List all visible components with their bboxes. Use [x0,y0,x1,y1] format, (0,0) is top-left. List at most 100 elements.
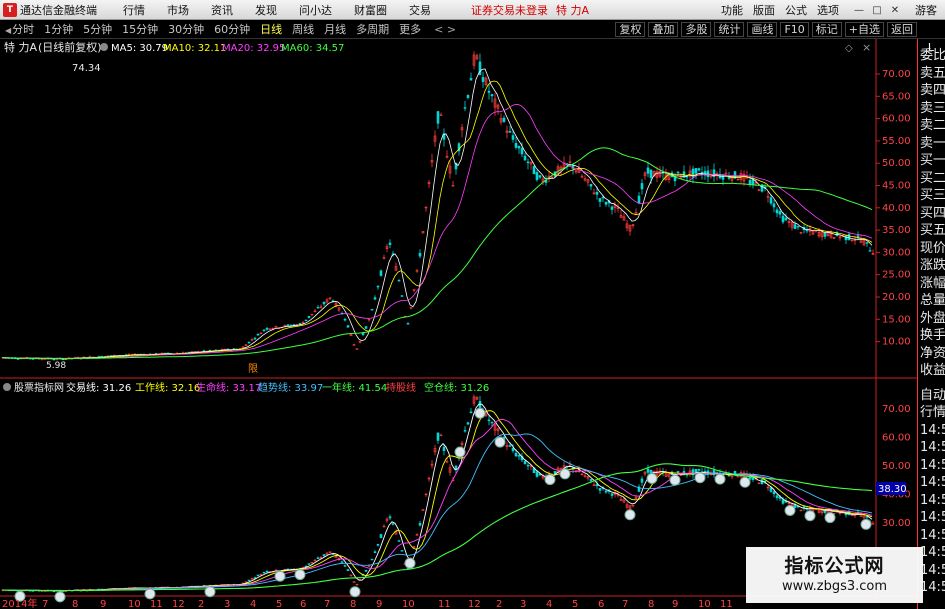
settings-icon[interactable] [100,43,108,51]
period-more[interactable]: 更多 [394,21,426,37]
sub-line-hold: 持股线 [386,381,416,394]
mark-button[interactable]: 标记 [811,22,842,37]
kline-chart[interactable]: 特 力A (日线前复权) MA5: 30.79 MA10: 32.11 MA20… [0,39,917,609]
signal-marker [494,436,506,448]
restore-rights-button[interactable]: 复权 [615,22,646,37]
menu-discover[interactable]: 发现 [255,2,277,18]
sub-candles [1,394,875,593]
candle-body [526,161,530,164]
candle-body [523,155,527,161]
side-quote-field: 买一 [920,153,945,168]
candle-body [487,90,491,93]
period-toolbar: ◀分时 1分钟 5分钟 15分钟 30分钟 60分钟 日线 周线 月线 多周期 … [0,20,945,39]
candle-body [469,78,473,81]
diamond-icon[interactable]: ◇ [845,43,853,54]
candle-body [784,217,788,221]
candle-body [418,252,422,257]
candle-body [694,168,698,174]
candle-body [52,358,56,361]
chart-toolbar: 复权 叠加 多股 统计 画线 F10 标记 +自选 返回 [612,22,917,37]
candle-body [436,432,440,441]
side-quote-field: 买四 [920,205,945,221]
menu-quotes[interactable]: 行情 [123,2,145,18]
side-tick-time: 14:5 [920,422,945,438]
login-status[interactable]: 证券交易未登录 [471,2,548,18]
signal-marker [669,474,681,486]
watermark-title: 指标公式网 [784,555,885,577]
signal-marker [54,591,66,603]
period-multi[interactable]: 多周期 [351,21,394,37]
candle-body [610,206,614,210]
candle-body [316,557,320,559]
candle-body [343,565,347,567]
candle-body [604,490,608,493]
ma20-label: MA20: 32.95 [222,43,285,54]
date-tick-label: 4 [546,599,552,609]
draw-line-button[interactable]: 画线 [747,22,778,37]
sub-price-tick-label: 70.00 [882,404,911,415]
ma60-label: MA60: 34.57 [281,43,344,54]
menu-function[interactable]: 功能 [721,2,743,18]
period-arrows[interactable]: < > [434,23,456,36]
candle-body [247,341,251,344]
candle-body [676,171,680,174]
period-intraday[interactable]: ◀分时 [0,21,39,37]
guest-label[interactable]: 游客 [915,2,937,18]
menu-wealth[interactable]: 财富圈 [354,2,387,18]
candle-body [247,579,251,582]
period-15min[interactable]: 15分钟 [117,21,163,37]
statistics-button[interactable]: 统计 [714,22,745,37]
menu-options[interactable]: 选项 [817,2,839,18]
f10-button[interactable]: F10 [780,22,809,37]
date-tick-label: 5 [572,599,578,609]
close-icon[interactable]: ✕ [887,3,903,17]
date-tick-label: 11 [720,599,733,609]
menu-news[interactable]: 资讯 [211,2,233,18]
event-marker[interactable]: 限 [248,363,258,375]
multi-stock-button[interactable]: 多股 [681,22,712,37]
period-5min[interactable]: 5分钟 [78,21,117,37]
minimize-icon[interactable]: — [851,3,867,17]
candle-body [442,446,446,451]
candle-body [487,419,491,422]
maximize-icon[interactable]: □ [869,3,885,17]
candle-body [490,94,494,97]
menu-market[interactable]: 市场 [167,2,189,18]
overlay-button[interactable]: 叠加 [648,22,679,37]
candle-body [727,177,731,179]
menu-ask[interactable]: 问小达 [299,2,332,18]
period-monthly[interactable]: 月线 [319,21,351,37]
candle-body [241,346,245,348]
period-weekly[interactable]: 周线 [287,21,319,37]
candle-body [265,570,269,573]
candle-body [610,493,614,496]
menu-formula[interactable]: 公式 [785,2,807,18]
candle-body [370,558,374,561]
date-tick-label: 8 [648,599,654,609]
sub-line-trade: 交易线: 31.26 [66,381,131,394]
sub-settings-icon[interactable] [3,383,11,391]
period-60min[interactable]: 60分钟 [209,21,255,37]
side-tick-time: 14:5 [920,475,945,490]
menu-layout[interactable]: 版面 [753,2,775,18]
main-candles [1,51,875,361]
candle-body [649,169,653,178]
signal-marker [739,476,751,488]
period-30min[interactable]: 30分钟 [163,21,209,37]
close-panel-icon[interactable]: × [862,41,871,54]
menu-trade[interactable]: 交易 [409,2,431,18]
back-button[interactable]: 返回 [887,22,917,37]
period-1min[interactable]: 1分钟 [39,21,78,37]
period-label: 分时 [12,23,35,36]
candle-body [154,352,158,355]
candle-body [418,523,422,526]
period-daily[interactable]: 日线 [255,21,287,37]
date-tick-label: 7 [324,599,330,609]
add-watchlist-button[interactable]: +自选 [844,22,884,37]
side-tab[interactable]: 行情 [918,404,945,422]
right-menu: 功能 版面 公式 选项 — □ ✕ 游客 [721,0,945,20]
candle-body [379,270,383,276]
side-tab[interactable]: 自动 [918,387,945,405]
candle-body [796,225,800,228]
candle-body [598,198,602,202]
